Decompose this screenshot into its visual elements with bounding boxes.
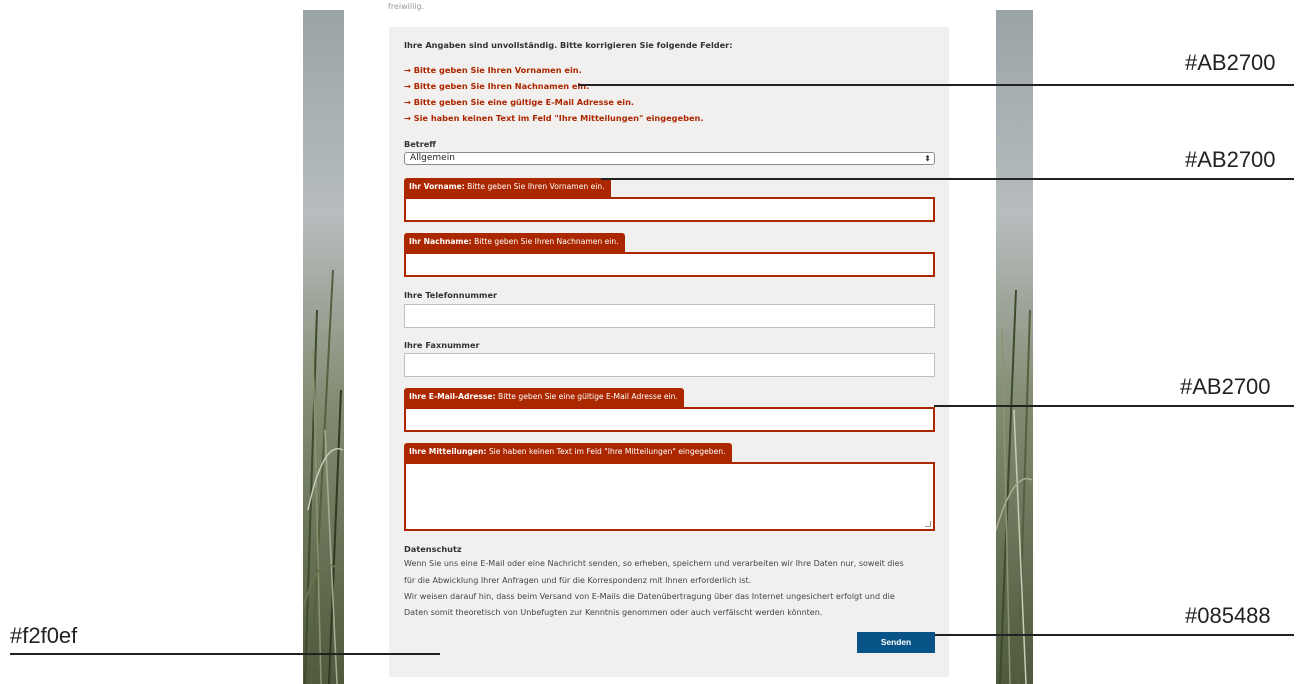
subject-select[interactable]: Allgemein ⬍ [404, 152, 935, 165]
annotation-line [601, 178, 1294, 180]
fax-label: Ihre Faxnummer [404, 340, 480, 350]
error-summary-heading: Ihre Angaben sind unvollständig. Bitte k… [404, 40, 733, 50]
annotation-error-color: #AB2700 [1185, 50, 1276, 75]
error-item: → Bitte geben Sie Ihren Vornamen ein. [404, 65, 582, 75]
privacy-text-line: Wir weisen darauf hin, dass beim Versand… [404, 592, 895, 601]
resize-handle-icon[interactable] [925, 521, 931, 527]
annotation-line [934, 405, 1294, 407]
select-arrows-icon: ⬍ [924, 154, 931, 163]
email-error-tag: Ihre E-Mail-Adresse: Bitte geben Sie ein… [404, 388, 684, 407]
grass-illustration [303, 269, 344, 684]
firstname-error-tag: Ihr Vorname: Bitte geben Sie Ihren Vorna… [404, 178, 611, 197]
lastname-error-tag: Ihr Nachname: Bitte geben Sie Ihren Nach… [404, 233, 625, 252]
send-button[interactable]: Senden [857, 632, 935, 653]
phone-input[interactable] [404, 304, 935, 328]
grass-illustration [996, 289, 1033, 684]
email-input[interactable] [404, 407, 935, 432]
annotation-panel-color: #f2f0ef [10, 623, 78, 648]
annotation-tag-color: #AB2700 [1185, 147, 1276, 172]
subject-select-value: Allgemein [410, 153, 455, 163]
intro-text-fragment: freiwillig. [388, 2, 425, 11]
message-label: Ihre Mitteilungen: [409, 447, 487, 456]
lastname-label: Ihr Nachname: [409, 237, 472, 246]
message-error-tag: Ihre Mitteilungen: Sie haben keinen Text… [404, 443, 732, 462]
firstname-error-message: Bitte geben Sie Ihren Vornamen ein. [467, 182, 605, 191]
background-photo-left [303, 10, 344, 684]
firstname-input[interactable] [404, 197, 935, 222]
annotation-line [10, 653, 440, 655]
firstname-label: Ihr Vorname: [409, 182, 465, 191]
fax-input[interactable] [404, 353, 935, 377]
lastname-input[interactable] [404, 252, 935, 277]
privacy-text-line: für die Abwicklung Ihrer Anfragen und fü… [404, 576, 752, 585]
message-textarea[interactable] [404, 462, 935, 531]
subject-label: Betreff [404, 139, 436, 149]
privacy-text-line: Daten somit theoretisch von Unbefugten z… [404, 608, 823, 617]
privacy-title: Datenschutz [404, 544, 462, 554]
lastname-error-message: Bitte geben Sie Ihren Nachnamen ein. [474, 237, 619, 246]
annotation-button-color: #085488 [1185, 603, 1271, 628]
error-item: → Bitte geben Sie Ihren Nachnamen ein. [404, 81, 590, 91]
email-error-message: Bitte geben Sie eine gültige E-Mail Adre… [498, 392, 678, 401]
error-item: → Bitte geben Sie eine gültige E-Mail Ad… [404, 97, 635, 107]
phone-label: Ihre Telefonnummer [404, 290, 498, 300]
message-error-message: Sie haben keinen Text im Feld "Ihre Mitt… [488, 447, 726, 456]
error-item: → Sie haben keinen Text im Feld "Ihre Mi… [404, 113, 704, 123]
annotation-line [935, 634, 1294, 636]
annotation-border-color: #AB2700 [1180, 374, 1271, 399]
background-photo-right [996, 10, 1033, 684]
annotation-line [578, 84, 1294, 86]
email-label: Ihre E-Mail-Adresse: [409, 392, 496, 401]
privacy-text-line: Wenn Sie uns eine E-Mail oder eine Nachr… [404, 559, 904, 568]
